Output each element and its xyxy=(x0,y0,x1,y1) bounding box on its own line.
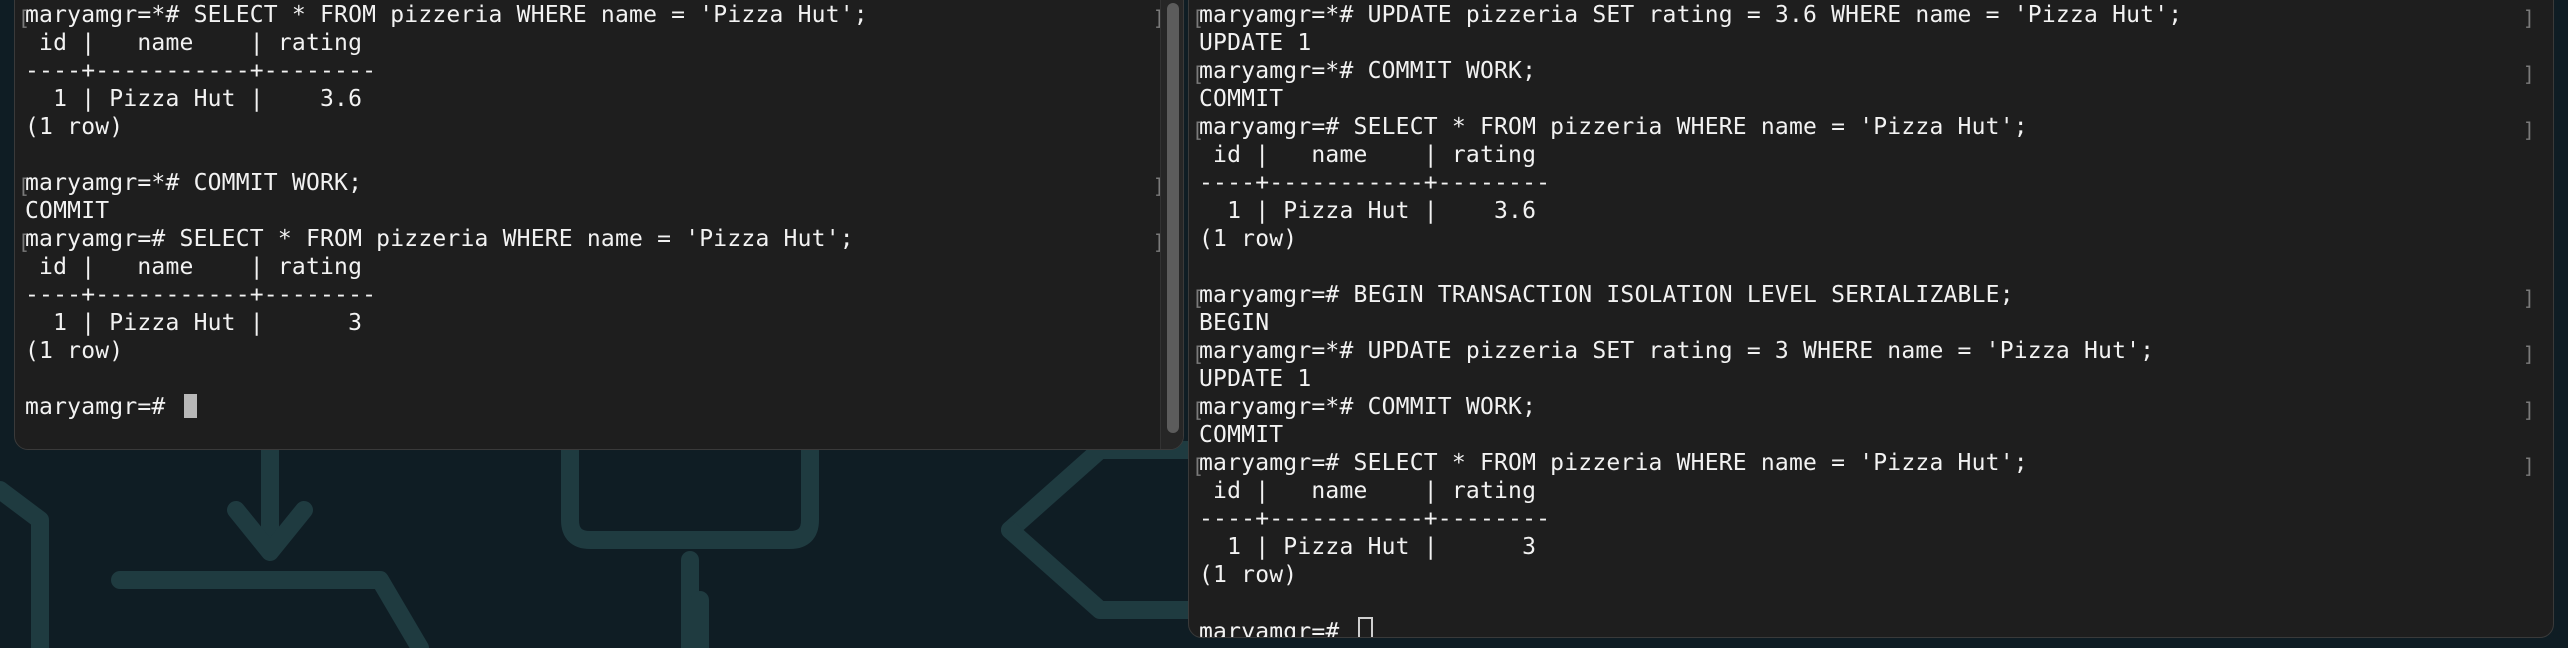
terminal-line: [] maryamgr=*# COMMIT WORK; xyxy=(18,169,1165,198)
mark-bracket-left: [ xyxy=(1192,342,1205,366)
mark-bracket-right: ] xyxy=(2522,62,2535,86)
terminal-line-text: COMMIT xyxy=(1199,422,1284,448)
terminal-line-text: 1 | Pizza Hut | 3 xyxy=(1199,534,1537,560)
terminal-line: [] maryamgr=# BEGIN TRANSACTION ISOLATION… xyxy=(1192,281,2535,310)
terminal-line: [] maryamgr=*# UPDATE pizzeria SET rating… xyxy=(1192,337,2535,366)
terminal-line-text: id | name | rating xyxy=(25,30,363,56)
terminal-line-text: (1 row) xyxy=(1199,562,1298,588)
terminal-line: [] maryamgr=*# COMMIT WORK; xyxy=(1192,393,2535,422)
terminal-line-text: 1 | Pizza Hut | 3.6 xyxy=(1199,198,1537,224)
terminal-line: [] maryamgr=*# SELECT * FROM pizzeria WHE… xyxy=(18,1,1165,30)
terminal-line: ----+-----------+-------- xyxy=(25,57,1143,85)
terminal-line: ----+-----------+-------- xyxy=(1199,169,2513,197)
terminal-line: (1 row) xyxy=(25,113,1143,141)
mark-bracket-right: ] xyxy=(2522,342,2535,366)
terminal-line-text: (1 row) xyxy=(25,338,124,364)
terminal-line-text: UPDATE 1 xyxy=(1199,366,1312,392)
terminal-line: 1 | Pizza Hut | 3.6 xyxy=(25,85,1143,113)
text-cursor xyxy=(1357,617,1373,637)
terminal-line: 1 | Pizza Hut | 3.6 xyxy=(1199,197,2513,225)
terminal-line: [] maryamgr=# SELECT * FROM pizzeria WHER… xyxy=(18,225,1165,254)
desktop-wallpaper: [] maryamgr=*# SELECT * FROM pizzeria WHE… xyxy=(0,0,2568,648)
terminal-line-text: (1 row) xyxy=(25,114,124,140)
terminal-line: id | name | rating xyxy=(25,253,1143,281)
terminal-line: COMMIT xyxy=(1199,85,2513,113)
terminal-line: [] maryamgr=*# COMMIT WORK; xyxy=(1192,57,2535,86)
terminal-window-right[interactable]: [] maryamgr=*# UPDATE pizzeria SET rating… xyxy=(1188,0,2554,638)
terminal-line-text: COMMIT xyxy=(25,198,110,224)
terminal-line-text: id | name | rating xyxy=(1199,142,1537,168)
terminal-line-text: maryamgr=# SELECT * FROM pizzeria WHERE … xyxy=(25,226,854,252)
terminal-window-left[interactable]: [] maryamgr=*# SELECT * FROM pizzeria WHE… xyxy=(14,0,1184,450)
mark-bracket-right: ] xyxy=(2522,6,2535,30)
terminal-line-text: ----+-----------+-------- xyxy=(25,58,377,84)
terminal-line-text: UPDATE 1 xyxy=(1199,30,1312,56)
terminal-line: 1 | Pizza Hut | 3 xyxy=(1199,533,2513,561)
text-cursor xyxy=(183,394,197,418)
mark-bracket-right: ] xyxy=(2522,454,2535,478)
terminal-line-text: COMMIT xyxy=(1199,86,1284,112)
mark-bracket-left: [ xyxy=(1192,62,1205,86)
terminal-line: id | name | rating xyxy=(25,29,1143,57)
terminal-line-text: id | name | rating xyxy=(1199,478,1537,504)
terminal-line-text: maryamgr=*# UPDATE pizzeria SET rating =… xyxy=(1199,338,2155,364)
terminal-line-text: maryamgr=*# SELECT * FROM pizzeria WHERE… xyxy=(25,2,868,28)
terminal-output-left: [] maryamgr=*# SELECT * FROM pizzeria WHE… xyxy=(18,1,1165,449)
mark-bracket-right: ] xyxy=(2522,118,2535,142)
terminal-line-text: 1 | Pizza Hut | 3.6 xyxy=(25,86,363,112)
terminal-line-text: maryamgr=*# COMMIT WORK; xyxy=(25,170,363,196)
terminal-line-text: maryamgr=# SELECT * FROM pizzeria WHERE … xyxy=(1199,450,2028,476)
terminal-line: (1 row) xyxy=(1199,225,2513,253)
terminal-line-text: maryamgr=*# COMMIT WORK; xyxy=(1199,394,1537,420)
terminal-line: id | name | rating xyxy=(1199,477,2513,505)
prompt-line[interactable]: maryamgr=# xyxy=(25,393,1143,421)
terminal-line: ----+-----------+-------- xyxy=(25,281,1143,309)
mark-bracket-right: ] xyxy=(2522,286,2535,310)
terminal-line-text: ----+-----------+-------- xyxy=(1199,506,1551,532)
mark-bracket-right: ] xyxy=(2522,398,2535,422)
terminal-line-text: maryamgr=*# UPDATE pizzeria SET rating =… xyxy=(1199,2,2183,28)
terminal-line: id | name | rating xyxy=(1199,141,2513,169)
terminal-line: UPDATE 1 xyxy=(1199,29,2513,57)
shell-prompt: maryamgr=# xyxy=(25,394,180,420)
terminal-line: BEGIN xyxy=(1199,309,2513,337)
terminal-line-text: maryamgr=# SELECT * FROM pizzeria WHERE … xyxy=(1199,114,2028,140)
mark-bracket-left: [ xyxy=(18,230,31,254)
mark-bracket-left: [ xyxy=(1192,286,1205,310)
terminal-line: 1 | Pizza Hut | 3 xyxy=(25,309,1143,337)
scrollbar-thumb-left[interactable] xyxy=(1167,3,1179,433)
terminal-line: UPDATE 1 xyxy=(1199,365,2513,393)
terminal-line-text: ----+-----------+-------- xyxy=(1199,170,1551,196)
terminal-line-text: BEGIN xyxy=(1199,310,1270,336)
terminal-line: [] maryamgr=# SELECT * FROM pizzeria WHER… xyxy=(1192,449,2535,478)
terminal-line: (1 row) xyxy=(25,337,1143,365)
mark-bracket-left: [ xyxy=(1192,6,1205,30)
terminal-line: [] maryamgr=# SELECT * FROM pizzeria WHER… xyxy=(1192,113,2535,142)
mark-bracket-left: [ xyxy=(18,6,31,30)
terminal-line-text: maryamgr=*# COMMIT WORK; xyxy=(1199,58,1537,84)
scrollbar-left[interactable] xyxy=(1160,0,1183,449)
terminal-line: [] maryamgr=*# UPDATE pizzeria SET rating… xyxy=(1192,1,2535,30)
terminal-line-text: id | name | rating xyxy=(25,254,363,280)
terminal-line: COMMIT xyxy=(25,197,1143,225)
terminal-line-text: 1 | Pizza Hut | 3 xyxy=(25,310,363,336)
terminal-line: ----+-----------+-------- xyxy=(1199,505,2513,533)
mark-bracket-left: [ xyxy=(1192,398,1205,422)
mark-bracket-left: [ xyxy=(18,174,31,198)
terminal-line-text: ----+-----------+-------- xyxy=(25,282,377,308)
mark-bracket-left: [ xyxy=(1192,118,1205,142)
terminal-output-right: [] maryamgr=*# UPDATE pizzeria SET rating… xyxy=(1192,1,2535,638)
shell-prompt: maryamgr=# xyxy=(1199,619,1354,638)
mark-bracket-left: [ xyxy=(1192,454,1205,478)
prompt-line[interactable]: maryamgr=# xyxy=(1199,617,2513,638)
terminal-line: (1 row) xyxy=(1199,561,2513,589)
terminal-line-text: (1 row) xyxy=(1199,226,1298,252)
terminal-line-text: maryamgr=# BEGIN TRANSACTION ISOLATION L… xyxy=(1199,282,2014,308)
terminal-line: COMMIT xyxy=(1199,421,2513,449)
